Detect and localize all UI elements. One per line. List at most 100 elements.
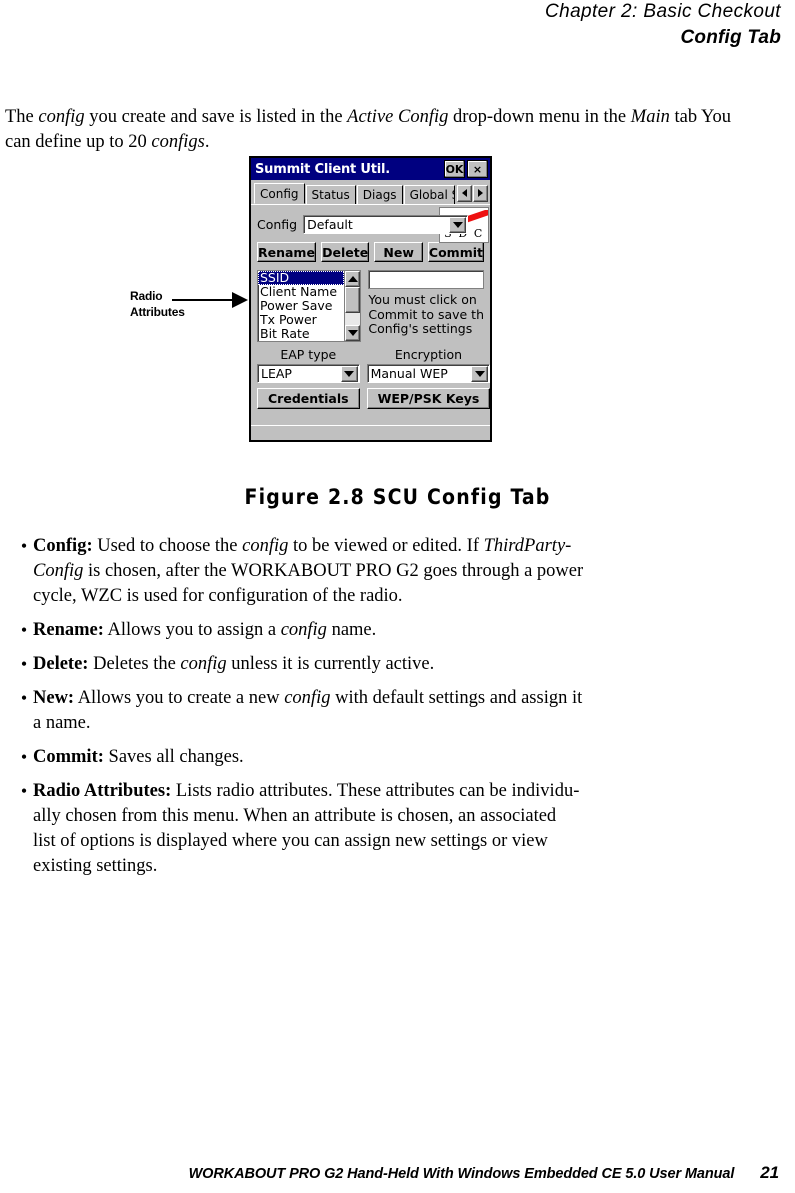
scrollbar-thumb[interactable] — [345, 287, 361, 313]
wep-psk-keys-button[interactable]: WEP/PSK Keys — [366, 388, 491, 409]
triangle-down — [452, 221, 463, 228]
encryption-label: Encryption — [394, 347, 463, 362]
eap-type-value: LEAP — [261, 366, 292, 381]
list-item: • New: Allows you to create a new config… — [5, 686, 775, 736]
close-icon[interactable]: × — [467, 160, 488, 178]
bullet-term: Config: — [33, 536, 93, 556]
credentials-button[interactable]: Credentials — [257, 388, 360, 409]
tab-diags-label: Diags — [362, 188, 397, 202]
triangle-down-icon — [347, 330, 358, 336]
tab-scroll-left-button[interactable] — [457, 184, 472, 202]
tab-status-label: Status — [311, 188, 350, 202]
chevron-down-icon[interactable] — [449, 216, 467, 233]
encryption-value: Manual WEP — [370, 366, 448, 381]
window-titlebar: Summit Client Util. OK × — [251, 158, 490, 180]
summit-client-utility-window: Summit Client Util. OK × Config Status D… — [249, 156, 492, 442]
intro-paragraph: The config you create and save is listed… — [5, 105, 751, 155]
tab-scroll-right-button[interactable] — [473, 184, 488, 202]
bullet-body: Allows you to assign a config name. — [103, 620, 377, 640]
encryption-dropdown[interactable]: Manual WEP — [366, 364, 491, 383]
running-header: Chapter 2: Basic Checkout Config Tab — [545, 0, 781, 50]
bullet-term: Rename: — [33, 620, 104, 640]
config-label: Config — [257, 217, 298, 232]
intro-em-3: Main — [630, 106, 670, 127]
encryption-column: Encryption Manual WEP WEP/PSK Keys — [366, 347, 491, 409]
callout-line-2: Attributes — [130, 305, 185, 319]
panel-spacer — [257, 409, 484, 425]
list-item[interactable]: Power Save — [258, 299, 344, 313]
eap-type-label: EAP type — [280, 347, 337, 362]
rename-button[interactable]: Rename — [257, 242, 316, 262]
intro-text-5: . — [204, 131, 210, 152]
footer-text: WORKABOUT PRO G2 Hand-Held With Windows … — [188, 1166, 735, 1182]
attribute-value-input[interactable] — [368, 270, 484, 289]
bullet-marker: • — [20, 620, 28, 640]
chevron-down-icon[interactable] — [340, 365, 358, 382]
config-action-buttons: Rename Delete New Commit — [257, 242, 484, 262]
list-item: • Rename: Allows you to assign a config … — [5, 618, 775, 643]
bullet-marker: • — [20, 688, 28, 708]
tab-diags[interactable]: Diags — [356, 185, 403, 204]
intro-em-2: Active Config — [347, 106, 449, 127]
bullet-text: New: Allows you to create a new config w… — [33, 686, 733, 736]
list-item[interactable]: Bit Rate — [258, 327, 344, 341]
bullet-text: Rename: Allows you to assign a config na… — [33, 618, 733, 643]
radio-attributes-listbox[interactable]: SSID Client Name Power Save Tx Power Bit… — [257, 270, 362, 342]
tab-global-settings-label: Global Setti — [409, 188, 454, 202]
bullet-marker: • — [20, 536, 28, 556]
list-item[interactable]: Tx Power — [258, 313, 344, 327]
callout-leader-line — [172, 299, 234, 301]
triangle-down — [344, 370, 355, 377]
scroll-up-button[interactable] — [345, 271, 361, 287]
commit-button[interactable]: Commit — [427, 242, 484, 262]
bullet-text: Delete: Deletes the config unless it is … — [33, 652, 733, 677]
bullet-list: • Config: Used to choose the config to b… — [5, 534, 775, 888]
config-selector-row: Config Default — [257, 215, 484, 234]
commit-help-text: You must click on Commit to save th Conf… — [368, 293, 484, 337]
help-line-1: You must click on — [368, 293, 477, 307]
delete-button[interactable]: Delete — [320, 242, 370, 262]
bullet-body: Saves all changes. — [103, 747, 244, 767]
tab-global-settings[interactable]: Global Setti — [403, 185, 455, 204]
page-number: 21 — [760, 1163, 779, 1182]
attribute-value-column: You must click on Commit to save th Conf… — [368, 270, 484, 342]
bullet-term: New: — [33, 688, 75, 708]
callout-arrow-icon — [232, 292, 248, 308]
intro-text-2: you create and save is listed in the — [84, 106, 348, 127]
bullet-text: Radio Attributes: Lists radio attributes… — [33, 779, 733, 879]
tab-config[interactable]: Config — [254, 183, 305, 204]
new-button[interactable]: New — [374, 242, 423, 262]
bullet-marker: • — [20, 781, 28, 801]
tab-status[interactable]: Status — [305, 185, 356, 204]
credentials-row: Credentials — [257, 388, 360, 409]
bullet-term: Delete: — [33, 654, 89, 674]
list-item[interactable]: SSID — [258, 271, 345, 285]
window-title: Summit Client Util. — [255, 161, 390, 177]
eap-type-dropdown[interactable]: LEAP — [257, 364, 360, 383]
list-item: • Config: Used to choose the config to b… — [5, 534, 775, 609]
intro-text-3: drop-down menu in the — [448, 106, 631, 127]
bullet-body: Allows you to create a new config with d… — [33, 688, 583, 733]
listbox-scrollbar[interactable] — [344, 271, 361, 341]
list-item[interactable]: Client Name — [258, 285, 344, 299]
help-line-3: Config's settings — [368, 321, 473, 336]
chevron-down-icon[interactable] — [471, 365, 489, 382]
eap-column: EAP type LEAP Credentials — [257, 347, 360, 409]
chevron-right-icon — [478, 189, 483, 197]
security-section: EAP type LEAP Credentials Encryption Man… — [257, 347, 491, 409]
intro-em-4: configs — [151, 131, 205, 152]
tab-scroll-buttons — [456, 184, 488, 202]
config-dropdown-value: Default — [307, 217, 353, 232]
scroll-down-button[interactable] — [345, 325, 361, 341]
intro-text-1: The — [5, 106, 39, 127]
bullet-text: Config: Used to choose the config to be … — [33, 534, 733, 609]
bullet-body: Deletes the config unless it is currentl… — [88, 654, 435, 674]
radio-attributes-items: SSID Client Name Power Save Tx Power Bit… — [258, 271, 345, 341]
config-tab-panel: S D C Config Default Rename Delete New C… — [251, 205, 491, 425]
scrollbar-track[interactable] — [345, 287, 361, 325]
ok-button[interactable]: OK — [444, 160, 465, 178]
config-dropdown[interactable]: Default — [303, 215, 469, 234]
bullet-body: Used to choose the config to be viewed o… — [33, 536, 584, 606]
intro-em-1: config — [38, 106, 85, 127]
bullet-marker: • — [20, 747, 28, 767]
